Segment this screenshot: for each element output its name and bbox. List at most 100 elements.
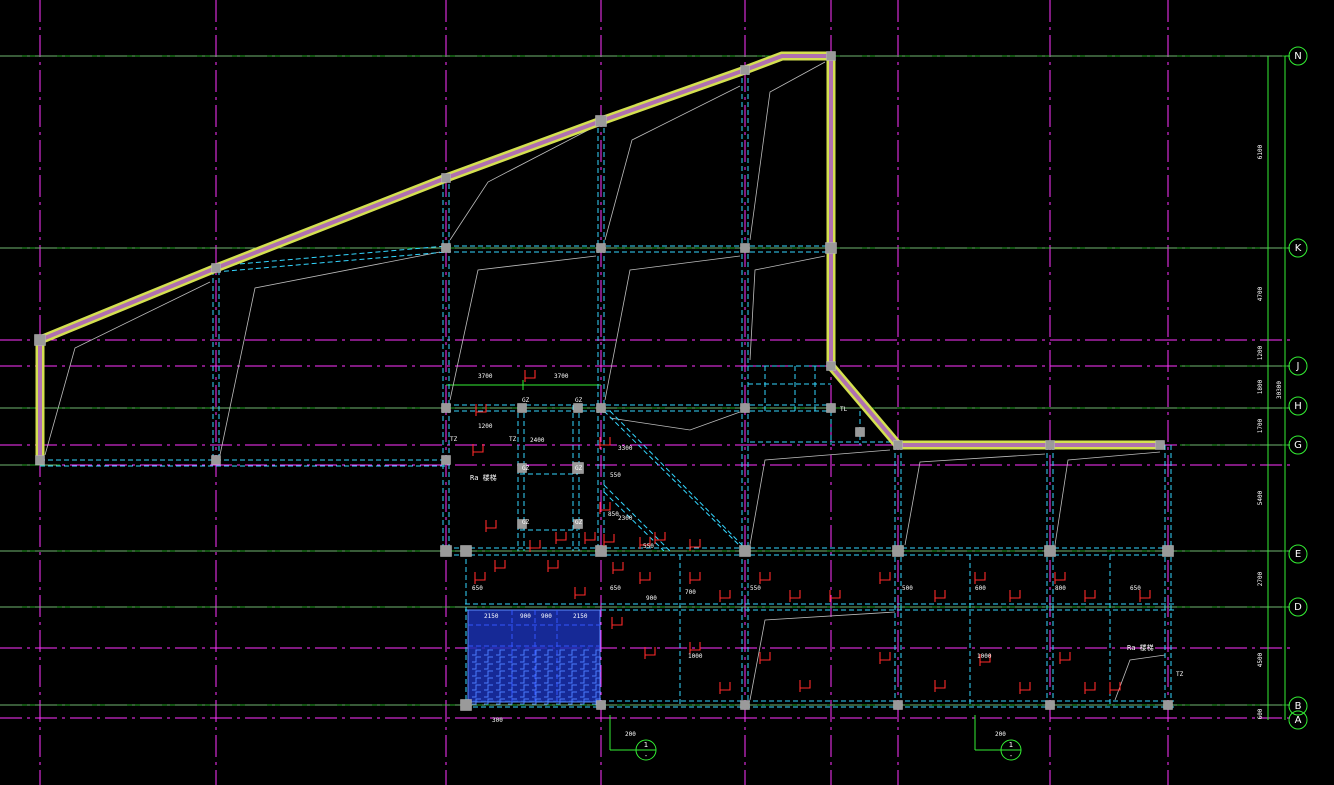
column [517, 403, 527, 413]
section-mark-1-bottom: - [645, 752, 648, 760]
axis-bubbles: N K J H G E D B A [1285, 46, 1308, 730]
dim-r09: 650 [610, 585, 621, 592]
grid-lines [0, 0, 1290, 785]
axis-label-B: B [1295, 701, 1302, 712]
column [740, 65, 750, 75]
rdim-4: 1700 [1257, 418, 1264, 433]
column [596, 243, 606, 253]
rdim-7: 4500 [1257, 652, 1264, 667]
rebar-mark [612, 617, 623, 626]
rebar-mark [613, 562, 624, 571]
column [595, 115, 607, 127]
rebar-mark [760, 652, 771, 661]
column [740, 403, 750, 413]
dim-r17: 500 [902, 585, 913, 592]
axis-bubble-H: H [1288, 396, 1308, 416]
section-mark-2-top: 1 [1009, 741, 1013, 749]
column [211, 455, 221, 465]
column [1162, 545, 1174, 557]
stair-hatch-area [467, 609, 601, 705]
room-label-left: Ra 楼梯 [470, 473, 497, 482]
label-tl: TL [840, 406, 848, 413]
rebar-mark [556, 532, 567, 541]
rebar-mark [1085, 682, 1096, 691]
axis-bubble-A: A [1288, 710, 1308, 730]
rebar-mark [486, 520, 497, 529]
axis-bubble-D: D [1288, 597, 1308, 617]
label-tz-2: TZ [509, 436, 517, 443]
rebar-mark [1060, 652, 1071, 661]
axis-label-J: J [1296, 361, 1300, 372]
axis-label-K: K [1295, 243, 1302, 254]
dim-r08: 650 [472, 585, 483, 592]
rebar-mark [1010, 590, 1021, 599]
rdim-2: 1200 [1257, 345, 1264, 360]
rebar-mark [1020, 682, 1031, 691]
axis-bubble-K: K [1288, 238, 1308, 258]
rdim-3: 1800 [1257, 379, 1264, 394]
column [596, 403, 606, 413]
dim-r03: 3300 [618, 445, 633, 452]
axis-label-A: A [1295, 715, 1302, 726]
dim-r23: 300 [492, 717, 503, 724]
dimension-lines [0, 55, 1290, 751]
column [441, 243, 451, 253]
axis-bubble-J: J [1288, 356, 1308, 376]
dim-r20: 900 [520, 613, 531, 620]
dim-3700-b: 3700 [554, 373, 569, 380]
dim-r10: 700 [685, 589, 696, 596]
rebar-mark [548, 560, 559, 569]
rebar-mark [690, 572, 701, 581]
section-mark-1-top: 1 [644, 741, 648, 749]
rebar-mark [760, 572, 771, 581]
rebar-mark [604, 534, 615, 543]
rebar-mark [935, 680, 946, 689]
dim-3700-a: 3700 [478, 373, 493, 380]
rebar-mark [800, 680, 811, 689]
rebar-mark [575, 587, 586, 596]
right-dimension-text: 6100 4700 1200 1800 1700 5400 2700 4500 … [1257, 144, 1283, 719]
column [34, 334, 46, 346]
label-gz-5: GZ [522, 519, 530, 526]
label-tz-3: TZ [1176, 671, 1184, 678]
structural-plan-drawing: 3700 3700 TZ TZ TZ GZ GZ GZ GZ GZ GZ TL … [0, 0, 1308, 785]
column [740, 700, 750, 710]
rebar-mark [640, 572, 651, 581]
column [1163, 700, 1173, 710]
column [826, 51, 836, 61]
rebar-mark [655, 532, 666, 541]
section-mark-2: 1 - [1000, 739, 1022, 761]
label-tz-1: TZ [450, 436, 458, 443]
columns [34, 51, 1174, 711]
axis-bubble-N: N [1285, 46, 1308, 66]
dim-r04: 2300 [618, 515, 633, 522]
dim-r24: 200 [625, 731, 636, 738]
rebar-mark [975, 572, 986, 581]
rebar-mark [475, 572, 486, 581]
dim-r05: 850 [608, 511, 619, 518]
dim-r18: 800 [1055, 585, 1066, 592]
dim-r12: 600 [975, 585, 986, 592]
column [460, 699, 472, 711]
axis-label-N: N [1294, 51, 1301, 62]
axis-bubble-E: E [1288, 544, 1308, 564]
column [893, 440, 903, 450]
axis-label-E: E [1295, 549, 1301, 560]
rebar-mark [1085, 590, 1096, 599]
rebar-mark [720, 682, 731, 691]
rdim-0: 6100 [1257, 144, 1264, 159]
column [441, 173, 451, 183]
rebar-mark [935, 590, 946, 599]
rdim-6: 2700 [1257, 571, 1264, 586]
label-gz-3: GZ [522, 465, 530, 472]
axis-label-H: H [1294, 401, 1302, 412]
section-mark-1: 1 - [635, 739, 657, 761]
column [573, 403, 583, 413]
column [35, 455, 45, 465]
column [1155, 440, 1165, 450]
rdim-5: 5400 [1257, 490, 1264, 505]
rebar-mark [880, 572, 891, 581]
room-label-right: Ra 楼梯 [1127, 643, 1154, 652]
axis-bubble-B: B [1288, 696, 1308, 716]
dim-r02: 2400 [530, 437, 545, 444]
